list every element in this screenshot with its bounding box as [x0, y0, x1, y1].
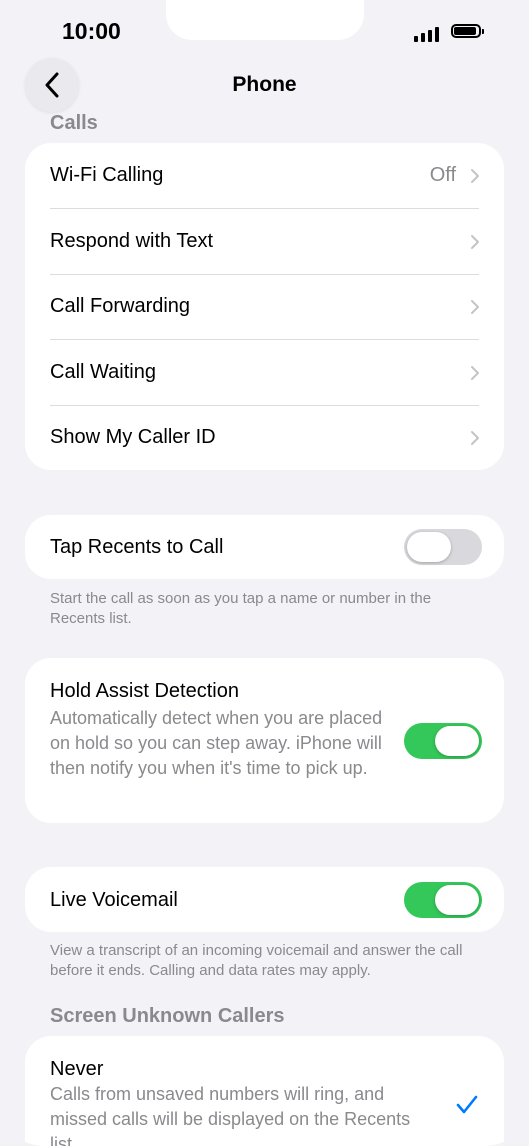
- page-title: Phone: [232, 73, 297, 96]
- battery-icon: [451, 24, 481, 38]
- option-never[interactable]: Never Calls from unsaved numbers will ri…: [25, 1036, 504, 1146]
- chevron-right-icon: [471, 169, 479, 183]
- row-respond-with-text[interactable]: Respond with Text: [25, 209, 504, 274]
- status-icons: [414, 22, 494, 42]
- tap-recents-label: Tap Recents to Call: [50, 536, 224, 558]
- row-wifi-calling[interactable]: Wi-Fi Calling Off: [25, 143, 504, 208]
- row-label: Call Waiting: [50, 361, 156, 383]
- row-label: Call Forwarding: [50, 295, 191, 317]
- hold-assist-toggle[interactable]: [404, 723, 482, 759]
- chevron-right-icon: [471, 431, 479, 445]
- calls-section-header: Calls: [50, 112, 98, 134]
- tap-recents-footnote: Start the call as soon as you tap a name…: [50, 590, 432, 627]
- chevron-right-icon: [471, 366, 479, 380]
- notch: [166, 0, 364, 40]
- chevron-right-icon: [471, 235, 479, 249]
- hold-assist-description: Automatically detect when you are placed…: [50, 708, 383, 778]
- tap-recents-toggle[interactable]: [404, 529, 482, 565]
- toggle-knob: [435, 726, 479, 756]
- toggle-knob: [435, 885, 479, 915]
- row-label: Respond with Text: [50, 230, 214, 252]
- row-label: Show My Caller ID: [50, 426, 216, 448]
- live-voicemail-footnote: View a transcript of an incoming voicema…: [50, 942, 463, 979]
- row-call-forwarding[interactable]: Call Forwarding: [25, 274, 504, 339]
- live-voicemail-toggle[interactable]: [404, 882, 482, 918]
- live-voicemail-label: Live Voicemail: [50, 889, 178, 911]
- option-label: Never: [50, 1058, 104, 1080]
- toggle-knob: [407, 532, 451, 562]
- chevron-right-icon: [471, 300, 479, 314]
- screen-unknown-card: Never Calls from unsaved numbers will ri…: [25, 1036, 504, 1146]
- row-show-my-caller-id[interactable]: Show My Caller ID: [25, 405, 504, 470]
- screen-unknown-header: Screen Unknown Callers: [50, 1005, 285, 1027]
- row-call-waiting[interactable]: Call Waiting: [25, 340, 504, 405]
- live-voicemail-card: Live Voicemail: [25, 867, 504, 932]
- row-label: Wi-Fi Calling: [50, 164, 164, 186]
- status-time: 10:00: [62, 18, 121, 44]
- hold-assist-label: Hold Assist Detection: [50, 680, 239, 702]
- row-value: Off: [429, 164, 456, 186]
- hold-assist-card: Hold Assist Detection Automatically dete…: [25, 658, 504, 823]
- option-description: Calls from unsaved numbers will ring, an…: [50, 1084, 411, 1146]
- phone-screen: 10:00 Phone Calls Wi-Fi Calling Off Resp…: [0, 0, 529, 1146]
- tap-recents-card: Tap Recents to Call: [25, 515, 504, 579]
- calls-card: Wi-Fi Calling Off Respond with Text Call…: [25, 143, 504, 470]
- checkmark-icon: [456, 1095, 478, 1114]
